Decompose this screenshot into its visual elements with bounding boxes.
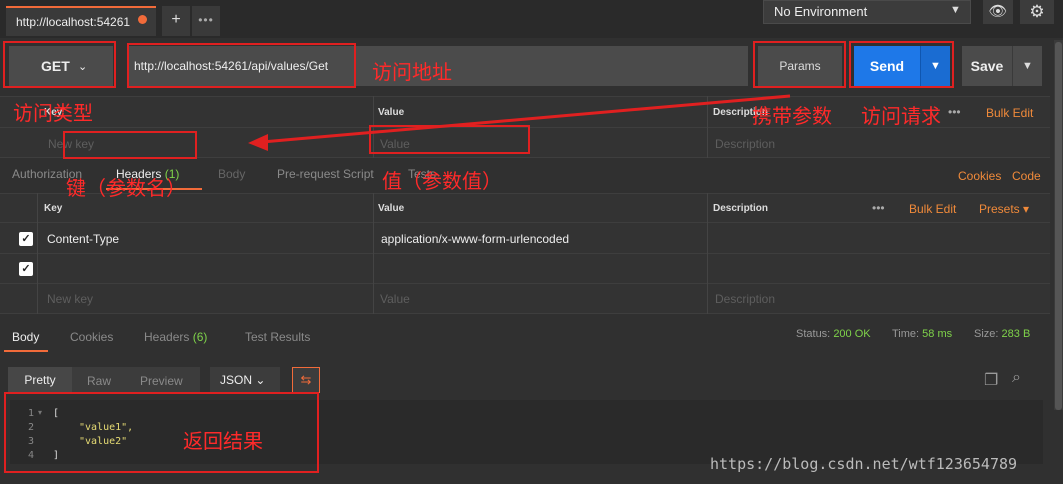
annotation-result: 返回结果: [183, 429, 263, 453]
annotation-params: 携带参数: [752, 104, 832, 128]
annotation-arrow: [248, 94, 791, 151]
annotation-url: 访问地址: [372, 60, 452, 84]
annotation-method: 访问类型: [13, 101, 93, 125]
annotation-value: 值（参数值）: [382, 169, 502, 193]
watermark: https://blog.csdn.net/wtf123654789: [710, 455, 1018, 473]
annotation-send: 访问请求: [861, 104, 941, 128]
annotation-key: 键（参数名）: [66, 176, 186, 200]
